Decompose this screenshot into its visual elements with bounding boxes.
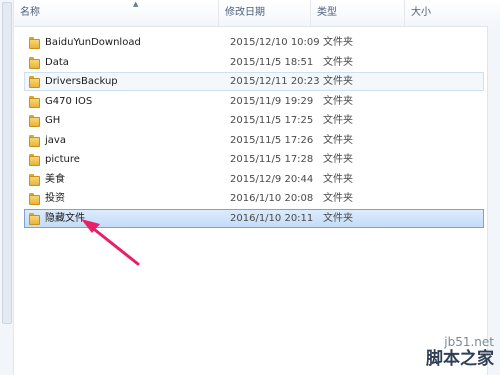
column-header-name[interactable]: 名称 [14, 0, 219, 26]
navigation-pane [0, 0, 14, 375]
file-row[interactable]: 投资 2016/1/10 20:08 文件夹 [24, 189, 484, 208]
folder-icon [29, 173, 40, 186]
file-row-selected[interactable]: 隐藏文件 2016/1/10 20:11 文件夹 [24, 208, 484, 228]
file-date: 2016/1/10 20:08 [230, 193, 314, 204]
file-date: 2015/11/5 17:26 [230, 134, 314, 146]
vertical-scrollbar[interactable] [487, 26, 500, 375]
file-date: 2016/1/10 20:11 [230, 212, 314, 224]
folder-icon [29, 95, 40, 108]
file-date: 2015/12/9 20:44 [230, 173, 314, 185]
file-type: 文件夹 [323, 37, 353, 48]
folder-icon [29, 115, 40, 127]
column-header-size[interactable]: 大小 [405, 0, 500, 26]
watermark-name: 脚本之家 [426, 349, 494, 369]
file-date: 2015/12/11 20:23 [230, 76, 320, 87]
file-row[interactable]: GH 2015/11/5 17:25 文件夹 [24, 111, 484, 130]
file-name: Data [45, 56, 69, 68]
folder-icon [29, 154, 40, 166]
file-type: 文件夹 [323, 95, 353, 107]
file-row[interactable]: 美食 2015/12/9 20:44 文件夹 [24, 170, 484, 189]
file-row[interactable]: BaiduYunDownload 2015/12/10 10:09 文件夹 [24, 33, 484, 52]
column-header-date[interactable]: 修改日期 [219, 0, 311, 26]
folder-icon [29, 76, 40, 88]
file-type: 文件夹 [323, 212, 353, 224]
folder-icon [29, 212, 40, 225]
file-row[interactable]: java 2015/11/5 17:26 文件夹 [24, 131, 484, 150]
file-name: GH [45, 115, 61, 126]
file-row[interactable]: picture 2015/11/5 17:28 文件夹 [24, 150, 484, 169]
file-name: 投资 [45, 193, 65, 204]
folder-icon [29, 193, 40, 205]
column-header-type[interactable]: 类型 [311, 0, 405, 26]
sort-ascending-icon: ▲ [133, 0, 139, 8]
file-type: 文件夹 [323, 154, 353, 165]
column-header-bar: 名称 ▲ 修改日期 类型 大小 [14, 0, 500, 27]
file-name: BaiduYunDownload [45, 37, 141, 48]
file-type: 文件夹 [323, 134, 353, 146]
file-type: 文件夹 [323, 193, 353, 204]
file-date: 2015/11/5 17:28 [230, 154, 314, 165]
file-name: java [45, 134, 66, 146]
file-date: 2015/11/5 17:25 [230, 115, 314, 126]
folder-icon [29, 56, 40, 69]
folder-icon [29, 37, 40, 49]
file-date: 2015/11/5 18:51 [230, 56, 314, 68]
file-row[interactable]: DriversBackup 2015/12/11 20:23 文件夹 [24, 72, 484, 91]
file-row[interactable]: G470 IOS 2015/11/9 19:29 文件夹 [24, 92, 484, 111]
file-row[interactable]: Data 2015/11/5 18:51 文件夹 [24, 53, 484, 72]
file-name: picture [45, 154, 80, 165]
file-name: G470 IOS [45, 95, 93, 107]
file-type: 文件夹 [323, 115, 353, 126]
file-name: DriversBackup [45, 76, 118, 87]
file-type: 文件夹 [323, 76, 353, 87]
file-type: 文件夹 [323, 173, 353, 185]
file-date: 2015/11/9 19:29 [230, 95, 314, 107]
watermark-url: jb51.net [444, 335, 494, 349]
file-name: 美食 [45, 173, 65, 185]
file-name: 隐藏文件 [45, 212, 85, 224]
file-date: 2015/12/10 10:09 [230, 37, 320, 48]
nav-scrollbar[interactable] [2, 2, 12, 324]
watermark: jb51.net 脚本之家 [426, 335, 494, 369]
file-type: 文件夹 [323, 56, 353, 68]
folder-icon [29, 134, 40, 147]
